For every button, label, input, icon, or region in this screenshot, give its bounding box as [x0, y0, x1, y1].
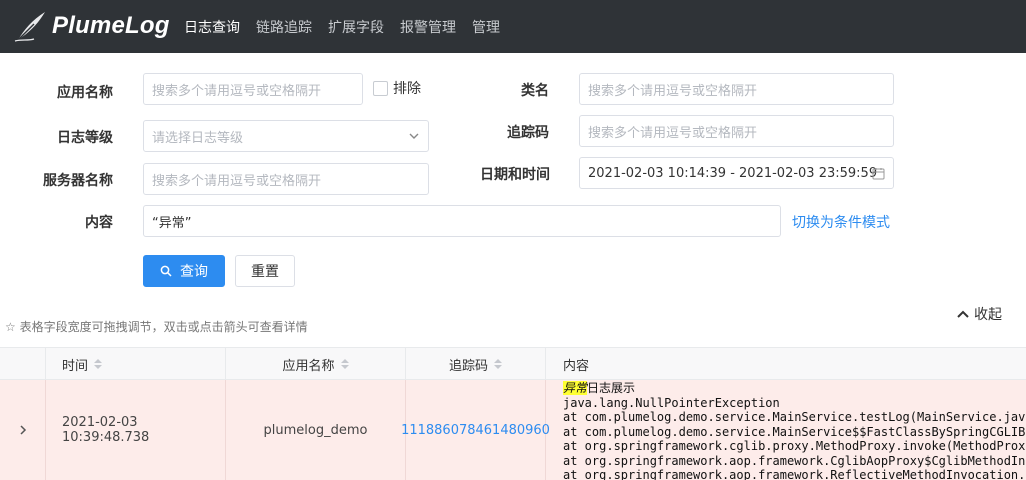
table-header: 时间 应用名称 追踪码 内容 — [0, 347, 1026, 380]
exclude-label: 排除 — [393, 81, 421, 97]
trace-label: 追踪码 — [507, 125, 549, 141]
nav-log-search[interactable]: 日志查询 — [184, 17, 240, 37]
search-button[interactable]: 查询 — [143, 255, 225, 287]
cell-app: plumelog_demo — [226, 380, 406, 480]
stack-line: at com.plumelog.demo.service.MainService… — [563, 410, 1026, 424]
logo-text: PlumeLog — [52, 12, 170, 39]
level-label: 日志等级 — [57, 130, 113, 146]
app-name-label: 应用名称 — [57, 85, 113, 101]
sort-icon — [494, 359, 502, 369]
stack-line: at org.springframework.aop.framework.Cgl… — [563, 453, 1026, 468]
stack-line: at org.springframework.cglib.proxy.Metho… — [563, 439, 1026, 453]
column-header-trace[interactable]: 追踪码 — [406, 348, 546, 380]
content-label: 内容 — [85, 215, 113, 231]
stack-line: at com.plumelog.demo.service.MainService… — [563, 424, 1026, 439]
keyword-highlight: 异常 — [563, 381, 588, 395]
class-input[interactable]: 搜索多个请用逗号或空格隔开 — [579, 73, 894, 105]
stack-line: java.lang.NullPointerException — [563, 395, 780, 410]
chevron-down-icon — [409, 133, 419, 139]
table-hint: ☆ 表格字段宽度可拖拽调节，双击或点击箭头可查看详情 — [5, 320, 308, 334]
log-table: 时间 应用名称 追踪码 内容 2021-02-03 10:39:48.738 p… — [0, 347, 1026, 480]
app-name-input[interactable]: 搜索多个请用逗号或空格隔开 — [143, 73, 363, 105]
switch-condition-mode-link[interactable]: 切换为条件模式 — [792, 212, 890, 232]
main-nav: 日志查询 链路追踪 扩展字段 报警管理 管理 — [184, 0, 516, 53]
column-header-content: 内容 — [563, 358, 590, 374]
chevron-right-icon — [19, 425, 26, 435]
feather-logo-icon — [14, 12, 45, 42]
nav-extend-fields[interactable]: 扩展字段 — [328, 17, 384, 37]
reset-button[interactable]: 重置 — [235, 255, 295, 287]
nav-alarm[interactable]: 报警管理 — [400, 17, 456, 37]
calendar-icon — [872, 168, 885, 180]
collapse-label: 收起 — [974, 307, 1002, 323]
trace-input[interactable]: 搜索多个请用逗号或空格隔开 — [579, 115, 894, 147]
expand-column-header — [0, 348, 46, 380]
level-select-placeholder: 请选择日志等级 — [152, 130, 244, 146]
exclude-checkbox[interactable] — [373, 81, 388, 96]
sort-icon — [340, 359, 349, 369]
search-button-label: 查询 — [180, 264, 208, 280]
datetime-value: 2021-02-03 10:14:39 - 2021-02-03 23:59:5… — [588, 165, 878, 181]
chevron-up-icon — [957, 310, 969, 318]
nav-trace[interactable]: 链路追踪 — [256, 17, 312, 37]
content-input[interactable]: “异常” — [143, 205, 781, 237]
datetime-label: 日期和时间 — [480, 167, 550, 183]
column-header-app-label: 应用名称 — [282, 358, 335, 374]
expand-row-cell[interactable] — [0, 380, 46, 480]
content-first-line: 日志展示 — [587, 381, 636, 395]
logo[interactable]: PlumeLog — [12, 7, 170, 45]
top-header: PlumeLog 日志查询 链路追踪 扩展字段 报警管理 管理 — [0, 0, 1026, 53]
sort-icon — [94, 359, 103, 369]
column-header-time-label: 时间 — [62, 358, 89, 374]
column-header-app[interactable]: 应用名称 — [226, 348, 406, 380]
nav-admin[interactable]: 管理 — [472, 17, 500, 37]
datetime-range-input[interactable]: 2021-02-03 10:14:39 - 2021-02-03 23:59:5… — [579, 157, 894, 189]
stack-line: at org.springframework.aop.framework.Ref… — [563, 468, 1026, 480]
collapse-toggle[interactable]: 收起 — [956, 304, 1002, 324]
cell-trace-link[interactable]: 111886078461480960 — [401, 380, 550, 480]
column-header-time[interactable]: 时间 — [46, 348, 226, 380]
server-input[interactable]: 搜索多个请用逗号或空格隔开 — [143, 163, 429, 195]
level-select[interactable]: 请选择日志等级 — [143, 120, 429, 152]
cell-content: 异常日志展示 java.lang.NullPointerException at… — [563, 381, 1026, 480]
search-icon — [160, 265, 172, 277]
class-label: 类名 — [521, 83, 549, 99]
server-label: 服务器名称 — [43, 173, 113, 189]
column-header-trace-label: 追踪码 — [448, 358, 488, 374]
cell-time: 2021-02-03 10:39:48.738 — [46, 380, 226, 480]
